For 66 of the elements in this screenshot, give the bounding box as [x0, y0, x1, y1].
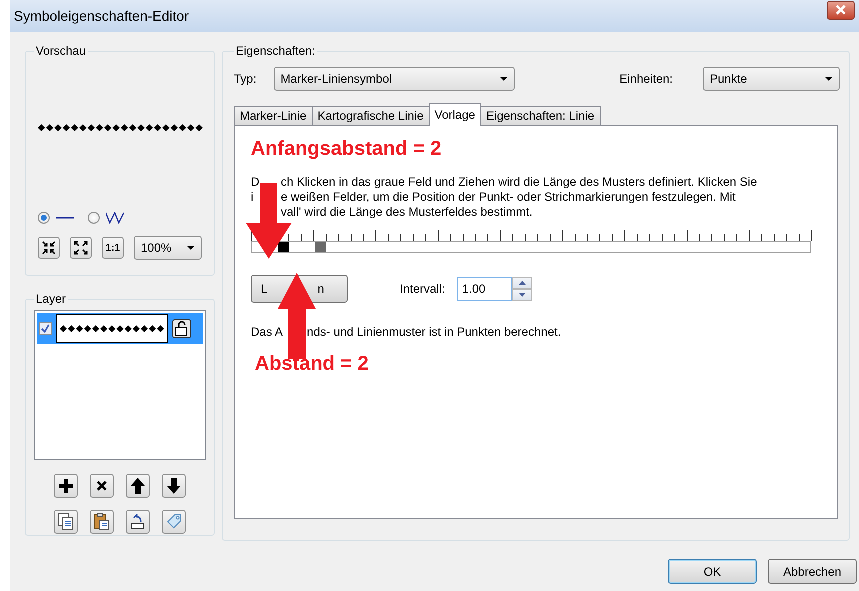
reset-button[interactable] [126, 510, 150, 534]
paste-button[interactable] [90, 510, 114, 534]
tab[interactable]: Marker-Linie [234, 106, 313, 125]
checkbox[interactable] [39, 322, 52, 335]
zoom-dropdown[interactable]: 100% [134, 236, 202, 260]
tab[interactable]: Vorlage [428, 103, 482, 126]
clipboard-icon [94, 513, 110, 531]
units-dropdown[interactable]: Punkte [703, 67, 840, 91]
close-icon [835, 5, 847, 15]
down-caret-icon [518, 293, 526, 297]
field-label: Typ: [234, 72, 257, 86]
caret-icon [500, 77, 508, 81]
radio-button[interactable] [38, 212, 50, 224]
zoom-in-button[interactable] [38, 237, 60, 259]
dialog-button[interactable]: Abbrechen [768, 559, 857, 584]
instruction-text: vall' wird die Länge des Musterfeldes bestimmt. [281, 205, 533, 220]
caret-icon [187, 246, 195, 250]
field-label: Einheiten: [620, 72, 673, 86]
tag-icon [166, 514, 182, 530]
instruction-text: i [251, 190, 254, 204]
group-title: Vorschau [35, 44, 88, 58]
radio-button[interactable] [88, 212, 100, 224]
tab[interactable]: Eigenschaften: Linie [480, 106, 601, 125]
instruction-text: D [251, 175, 260, 189]
spin-down-button[interactable] [512, 289, 532, 301]
up-caret-icon [518, 281, 526, 285]
group-title: Layer [35, 292, 68, 306]
move-down-button[interactable] [162, 474, 186, 498]
tag-button[interactable] [162, 510, 186, 534]
up-arrow-icon [131, 478, 145, 494]
annotation-label: Abstand = 2 [255, 353, 370, 376]
lock-icon[interactable] [172, 318, 192, 338]
interval-field[interactable]: 1.00 [457, 277, 512, 301]
type-dropdown[interactable]: Marker-Liniensymbol [274, 67, 515, 91]
zoom-out-button[interactable] [70, 237, 92, 259]
annotation-label: Anfangsabstand = 2 [251, 138, 443, 161]
layer-row[interactable] [37, 313, 203, 344]
tab[interactable]: Kartografische Linie [312, 106, 430, 125]
instruction-text: e weißen Felder, um die Position der Punkt- oder Strichmarkierungen festzulegen. Mit [281, 190, 736, 205]
field-label: Intervall: [400, 282, 446, 296]
move-up-button[interactable] [126, 474, 150, 498]
straight-line-icon [56, 215, 74, 221]
down-arrow-icon [167, 478, 181, 494]
expand-arrows-icon [74, 241, 88, 255]
remove-button[interactable] [90, 474, 114, 498]
add-button[interactable] [54, 474, 78, 498]
instruction-text: ch Klicken in das graue Feld und Ziehen wird die Länge des Musters definiert. Klicken Sie [281, 175, 758, 190]
shrink-arrows-icon [42, 241, 56, 255]
group-title: Eigenschaften: [235, 44, 316, 58]
tray-arrow-icon [131, 514, 145, 530]
zigzag-icon [106, 212, 124, 224]
window-title: Symboleigenschaften-Editor [14, 8, 190, 24]
copy-button[interactable] [54, 510, 78, 534]
spin-up-button[interactable] [512, 277, 532, 289]
plus-icon [58, 478, 74, 494]
pattern-mark[interactable] [278, 242, 289, 252]
actual-size-button[interactable]: 1:1 [102, 237, 124, 259]
note-text: Das A [251, 325, 284, 339]
cross-icon [96, 480, 108, 492]
pattern-end-mark[interactable] [314, 242, 326, 252]
caret-icon [825, 77, 833, 81]
copy-icon [58, 513, 74, 531]
close-button[interactable] [827, 0, 855, 20]
note-text: nds- und Linienmuster ist in Punkten berechnet. [307, 325, 562, 339]
dialog-button[interactable]: OK [668, 559, 757, 584]
pattern-field[interactable] [251, 241, 811, 253]
